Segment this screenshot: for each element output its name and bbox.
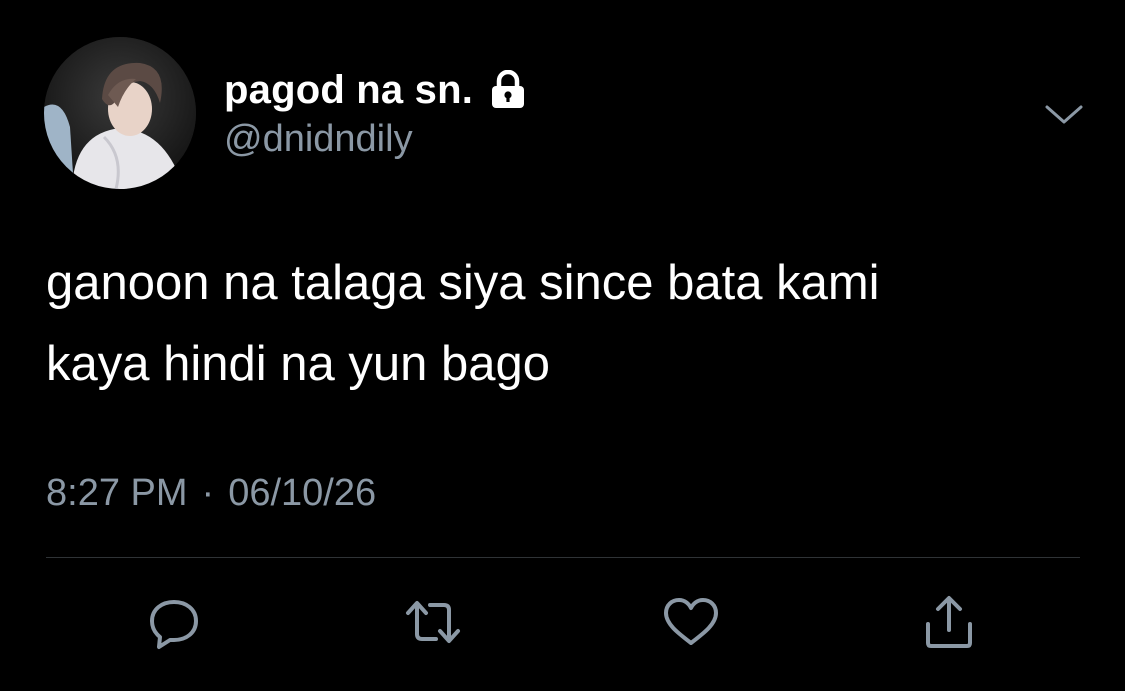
author-name-row: pagod na sn. [224,66,527,114]
tweet-text: ganoon na talaga siya since bata kami ka… [46,243,1096,405]
retweet-icon [406,601,460,643]
timestamp-separator: · [201,472,215,514]
share-button[interactable] [918,594,980,650]
avatar-photo [44,37,196,189]
tweet-text-line: ganoon na talaga siya since bata kami [46,256,880,310]
reply-button[interactable] [143,594,205,650]
display-name[interactable]: pagod na sn. [224,68,473,113]
retweet-button[interactable] [402,594,464,650]
lock-icon [489,69,527,110]
tweet-text-line: kaya hindi na yun bago [46,337,550,391]
heart-icon [664,598,718,645]
tweet-date: 06/10/26 [228,472,377,514]
author-handle[interactable]: @dnidndily [224,118,413,161]
avatar[interactable] [44,37,196,189]
tweet-timestamp[interactable]: 8:27 PM · 06/10/26 [46,472,376,515]
reply-icon [150,600,198,649]
chevron-down-icon[interactable] [1042,98,1086,132]
like-button[interactable] [660,594,722,650]
divider [46,557,1080,558]
tweet-time: 8:27 PM [46,472,188,514]
share-icon [926,596,972,648]
